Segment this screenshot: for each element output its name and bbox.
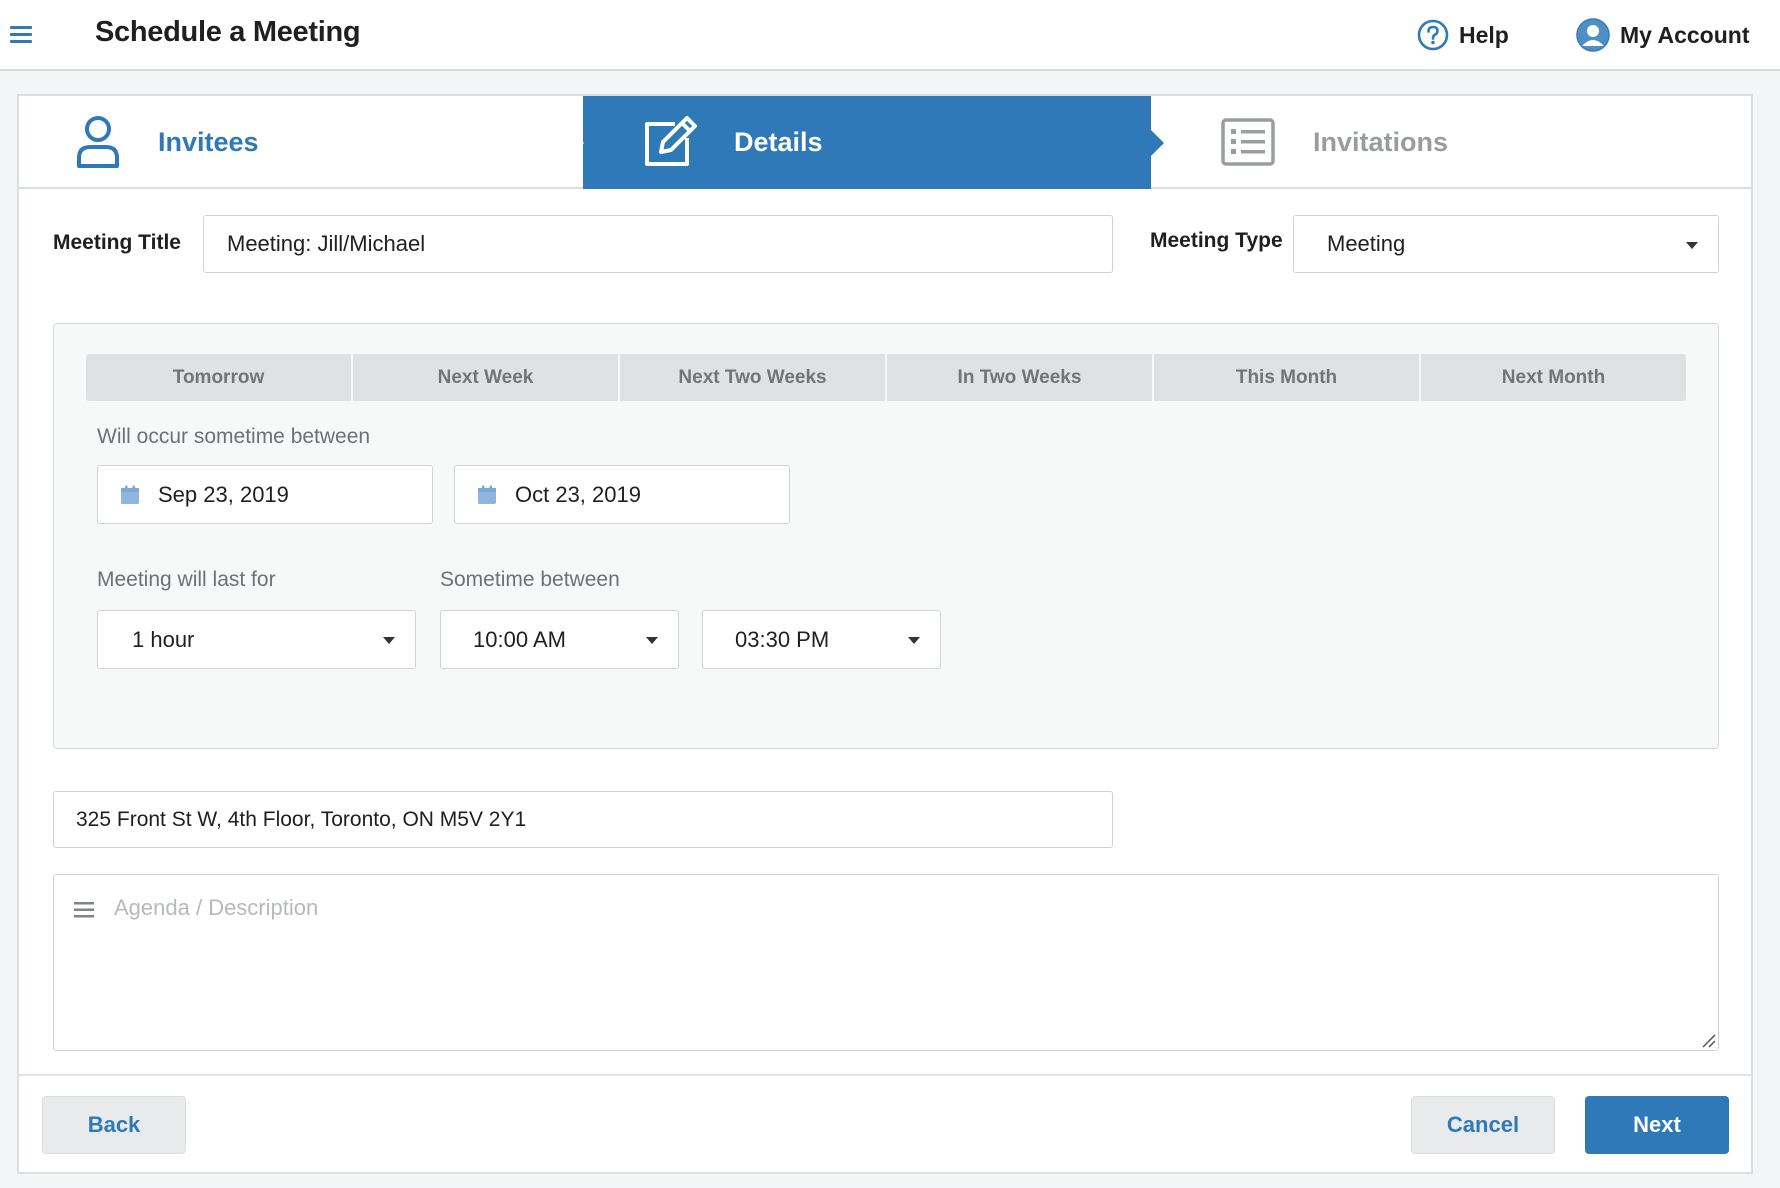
- schedule-box: Tomorrow Next Week Next Two Weeks In Two…: [53, 323, 1719, 749]
- time-window-label: Sometime between: [440, 568, 620, 591]
- meeting-type-value: Meeting: [1327, 231, 1406, 256]
- chevron-down-icon: [1686, 242, 1698, 249]
- step-details-label: Details: [734, 127, 823, 157]
- next-button[interactable]: Next: [1585, 1096, 1729, 1154]
- meeting-title-input[interactable]: Meeting: Jill/Michael: [203, 215, 1113, 273]
- chevron-down-icon: [908, 637, 920, 644]
- step-invitations[interactable]: Invitations: [1151, 96, 1751, 189]
- date-range-label: Will occur sometime between: [97, 425, 371, 448]
- start-date-value: Sep 23, 2019: [158, 481, 289, 507]
- meeting-title-label: Meeting Title: [53, 231, 181, 254]
- cancel-button[interactable]: Cancel: [1411, 1096, 1555, 1154]
- hamburger-menu-icon[interactable]: [10, 26, 32, 44]
- end-time-value: 03:30 PM: [735, 626, 830, 652]
- start-time-select[interactable]: 10:00 AM: [440, 610, 679, 669]
- duration-label: Meeting will last for: [97, 568, 276, 591]
- quick-range-tomorrow[interactable]: Tomorrow: [86, 354, 353, 401]
- start-date-input[interactable]: Sep 23, 2019: [97, 465, 433, 524]
- meeting-title-value: Meeting: Jill/Michael: [227, 231, 426, 256]
- duration-value: 1 hour: [132, 626, 195, 652]
- quick-range-in-two-weeks[interactable]: In Two Weeks: [887, 354, 1154, 401]
- step-invitations-label: Invitations: [1313, 127, 1449, 157]
- question-circle-icon: [1417, 19, 1449, 51]
- meeting-type-label: Meeting Type: [1150, 229, 1283, 252]
- my-account-label: My Account: [1620, 21, 1750, 48]
- my-account-button[interactable]: My Account: [1576, 17, 1750, 53]
- end-date-value: Oct 23, 2019: [515, 481, 641, 507]
- edit-icon: [645, 116, 697, 166]
- user-icon: [77, 116, 119, 168]
- quick-range-next-two-weeks[interactable]: Next Two Weeks: [620, 354, 887, 401]
- top-bar: Schedule a Meeting Help My Account: [0, 0, 1780, 71]
- calendar-icon: [121, 485, 139, 504]
- quick-range-next-week[interactable]: Next Week: [353, 354, 620, 401]
- step-invitees-label: Invitees: [158, 127, 259, 157]
- quick-range-next-month[interactable]: Next Month: [1421, 354, 1686, 401]
- back-button[interactable]: Back: [42, 1096, 186, 1154]
- list-icon: [1221, 118, 1275, 166]
- location-input[interactable]: 325 Front St W, 4th Floor, Toronto, ON M…: [53, 791, 1113, 848]
- quick-range-this-month[interactable]: This Month: [1154, 354, 1421, 401]
- step-tabs: Invitees Details Invitations: [19, 96, 1751, 189]
- user-avatar-icon: [1576, 18, 1610, 52]
- location-value: 325 Front St W, 4th Floor, Toronto, ON M…: [76, 807, 527, 831]
- help-label: Help: [1459, 21, 1509, 48]
- text-lines-icon: [74, 902, 94, 918]
- meeting-form-panel: Invitees Details Invitations Meeting Tit…: [17, 94, 1753, 1174]
- meeting-type-select[interactable]: Meeting: [1293, 215, 1719, 273]
- calendar-icon: [478, 485, 496, 504]
- step-details[interactable]: Details: [583, 96, 1164, 189]
- chevron-down-icon: [383, 637, 395, 644]
- end-time-select[interactable]: 03:30 PM: [702, 610, 941, 669]
- agenda-placeholder: Agenda / Description: [114, 895, 319, 920]
- agenda-description-textarea[interactable]: Agenda / Description: [53, 874, 1719, 1051]
- resize-handle-icon[interactable]: [1700, 1032, 1716, 1048]
- help-button[interactable]: Help: [1417, 17, 1509, 53]
- start-time-value: 10:00 AM: [473, 626, 566, 652]
- duration-select[interactable]: 1 hour: [97, 610, 416, 669]
- step-invitees[interactable]: Invitees: [19, 96, 584, 189]
- page-title: Schedule a Meeting: [95, 16, 361, 48]
- footer-divider: [19, 1074, 1751, 1076]
- chevron-down-icon: [646, 637, 658, 644]
- end-date-input[interactable]: Oct 23, 2019: [454, 465, 790, 524]
- quick-range-bar: Tomorrow Next Week Next Two Weeks In Two…: [86, 354, 1686, 401]
